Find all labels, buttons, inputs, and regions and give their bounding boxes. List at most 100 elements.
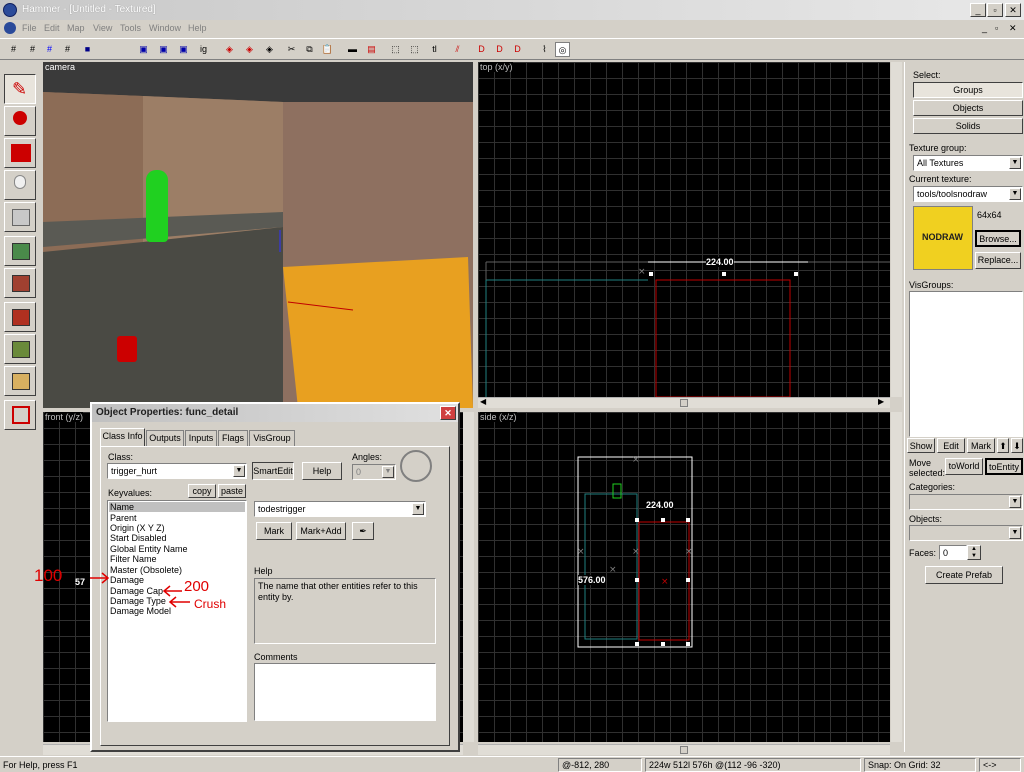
magnify-tool[interactable]: [4, 106, 36, 136]
keyvalue-origin[interactable]: Origin (X Y Z): [110, 523, 165, 533]
side-vscroll[interactable]: [891, 412, 902, 742]
side-viewport[interactable]: × × × × × × side (x/z) 224.00 576.00: [478, 412, 890, 742]
objects-select[interactable]: ▼: [909, 525, 1023, 541]
cut-icon[interactable]: ✂: [284, 42, 299, 57]
paste-button[interactable]: paste: [218, 484, 246, 498]
top-scroll-right-icon[interactable]: ▶: [878, 397, 884, 406]
menu-map[interactable]: Map: [67, 23, 85, 33]
tl-icon[interactable]: tl: [427, 42, 442, 57]
keyvalue-damage-cap[interactable]: Damage Cap: [110, 586, 163, 596]
entity-curtain-icon[interactable]: [117, 336, 137, 362]
chevron-down-icon[interactable]: ▼: [1009, 188, 1021, 200]
top-viewport[interactable]: × top (x/y) 224.00: [478, 62, 890, 397]
top-hscroll[interactable]: [478, 397, 890, 408]
carve-icon[interactable]: ◈: [222, 42, 237, 57]
keyvalue-master[interactable]: Master (Obsolete): [110, 565, 182, 575]
run-map-normal-icon[interactable]: D: [492, 42, 507, 57]
replace-button[interactable]: Replace...: [975, 252, 1021, 269]
comments-textarea[interactable]: [254, 663, 436, 721]
copy-button[interactable]: copy: [188, 484, 216, 498]
mdi-min-icon[interactable]: _: [982, 23, 987, 33]
vertex-tool[interactable]: [4, 400, 36, 430]
load-window-icon[interactable]: ■: [80, 42, 95, 57]
visgroup-up-button[interactable]: ⬆: [997, 438, 1009, 453]
maximize-button[interactable]: ▫: [987, 3, 1003, 17]
hide-selected-icon[interactable]: ▬: [345, 42, 360, 57]
visgroup-show-button[interactable]: Show: [907, 438, 935, 453]
camera-tool[interactable]: [4, 138, 36, 168]
entity-tool[interactable]: [4, 170, 36, 200]
class-select[interactable]: trigger_hurt ▼: [107, 463, 247, 479]
side-hscroll[interactable]: [478, 744, 890, 755]
eyedropper-button[interactable]: ✒: [352, 522, 374, 540]
visgroup-down-button[interactable]: ⬇: [1011, 438, 1023, 453]
grid-icon[interactable]: #: [6, 42, 21, 57]
paste-icon[interactable]: 📋: [320, 42, 335, 57]
snap-icon[interactable]: ⌇: [537, 42, 552, 57]
to-world-button[interactable]: toWorld: [945, 458, 983, 475]
dialog-close-button[interactable]: ✕: [440, 406, 456, 420]
chevron-down-icon[interactable]: ▼: [1009, 157, 1021, 169]
close-button[interactable]: ✕: [1005, 3, 1021, 17]
apply-texture-tool[interactable]: [4, 268, 36, 298]
tab-class-info[interactable]: Class Info: [100, 428, 145, 446]
chevron-down-icon[interactable]: ▼: [1009, 527, 1021, 539]
chevron-down-icon[interactable]: ▼: [1009, 496, 1021, 508]
keyvalue-damage-model[interactable]: Damage Model: [110, 606, 171, 616]
ungroup-icon[interactable]: ◈: [262, 42, 277, 57]
keyvalue-name[interactable]: Name: [110, 502, 134, 512]
handles-icon[interactable]: ⬚: [407, 42, 422, 57]
selection-tool[interactable]: ✎: [4, 74, 36, 104]
block-tool[interactable]: [4, 202, 36, 232]
clip-tool[interactable]: [4, 366, 36, 396]
tab-outputs[interactable]: Outputs: [146, 430, 184, 446]
faces-spinner[interactable]: ▲ ▼: [967, 545, 981, 560]
texture-tool[interactable]: [4, 236, 36, 266]
decal-tool[interactable]: [4, 302, 36, 332]
to-entity-button[interactable]: toEntity: [985, 458, 1023, 475]
player-figure[interactable]: [146, 170, 168, 242]
flip-icon[interactable]: ⫽: [450, 42, 465, 57]
keyvalue-value-select[interactable]: todestrigger ▼: [254, 501, 426, 517]
select-box-icon[interactable]: ⬚: [388, 42, 403, 57]
visgroup-edit-button[interactable]: Edit: [937, 438, 965, 453]
select-groups-button[interactable]: Groups: [913, 82, 1023, 98]
camera-viewport[interactable]: camera: [43, 62, 473, 408]
keyvalue-damage-type[interactable]: Damage Type: [110, 596, 166, 606]
autoselect-icon[interactable]: ▣: [176, 42, 191, 57]
target-icon[interactable]: ◎: [555, 42, 570, 57]
keyvalue-filter-name[interactable]: Filter Name: [110, 554, 157, 564]
tab-inputs[interactable]: Inputs: [185, 430, 217, 446]
hide-objects-icon[interactable]: ▣: [136, 42, 151, 57]
mdi-close-icon[interactable]: ✕: [1009, 23, 1017, 34]
faces-input[interactable]: 0: [939, 545, 967, 560]
texture-lock-icon[interactable]: ▤: [364, 42, 379, 57]
visgroups-list[interactable]: [909, 291, 1023, 437]
smartedit-button[interactable]: SmartEdit: [252, 462, 294, 480]
menu-file[interactable]: File: [22, 23, 37, 33]
angles-dial[interactable]: [400, 450, 432, 482]
create-prefab-button[interactable]: Create Prefab: [925, 566, 1003, 584]
group-icon[interactable]: ◈: [242, 42, 257, 57]
show-objects-icon[interactable]: ▣: [156, 42, 171, 57]
run-map-fast-icon[interactable]: D: [510, 42, 525, 57]
grid-dots-icon[interactable]: #: [60, 42, 75, 57]
grid-small-icon[interactable]: #: [25, 42, 40, 57]
copy-icon[interactable]: ⧉: [302, 42, 317, 57]
menu-tools[interactable]: Tools: [120, 23, 141, 33]
keyvalue-parent[interactable]: Parent: [110, 513, 137, 523]
texture-group-select[interactable]: All Textures ▼: [913, 155, 1023, 171]
side-hscroll-thumb[interactable]: [680, 746, 688, 754]
mdi-restore-icon[interactable]: ▫: [995, 23, 998, 33]
minimize-button[interactable]: _: [970, 3, 986, 17]
overlay-tool[interactable]: [4, 334, 36, 364]
dialog-title-bar[interactable]: Object Properties: func_detail ✕: [92, 404, 458, 422]
chevron-down-icon[interactable]: ▼: [412, 503, 424, 515]
menu-edit[interactable]: Edit: [44, 23, 60, 33]
tab-flags[interactable]: Flags: [218, 430, 248, 446]
mark-add-button[interactable]: Mark+Add: [296, 522, 346, 540]
run-map-icon[interactable]: D: [474, 42, 489, 57]
menu-window[interactable]: Window: [149, 23, 181, 33]
chevron-down-icon[interactable]: ▼: [382, 466, 394, 478]
keyvalue-damage[interactable]: Damage: [110, 575, 144, 585]
